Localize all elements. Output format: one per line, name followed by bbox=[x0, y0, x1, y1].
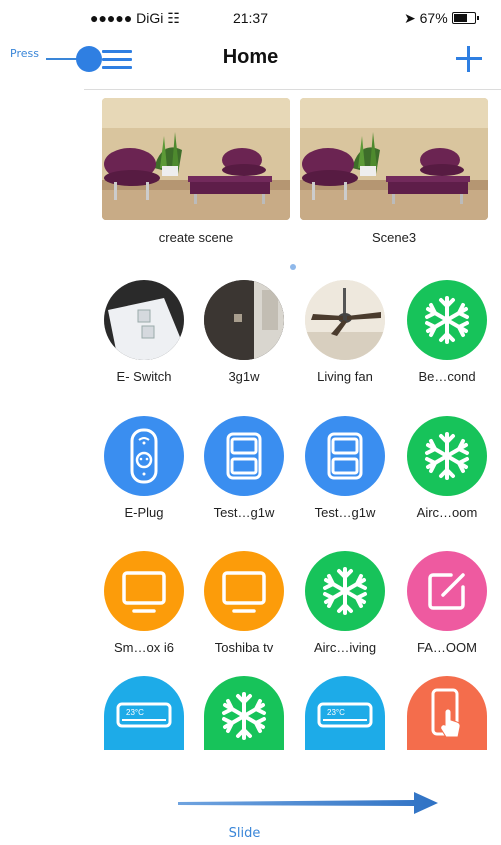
device-3g1w[interactable] bbox=[204, 280, 284, 360]
device-snowflake-4[interactable] bbox=[204, 676, 284, 750]
tv-icon bbox=[222, 571, 266, 613]
device-sm-ox-i6[interactable] bbox=[104, 551, 184, 631]
device-air-conditioner-1[interactable]: 23°C bbox=[104, 676, 184, 750]
add-button[interactable] bbox=[454, 44, 484, 74]
device-label: Toshiba tv bbox=[214, 640, 274, 655]
device-label: Airc…oom bbox=[416, 505, 478, 520]
air-conditioner-icon: 23°C bbox=[317, 702, 373, 728]
battery-icon bbox=[451, 12, 479, 24]
device-label: Airc…iving bbox=[313, 640, 377, 655]
ceiling-fan-photo bbox=[305, 280, 385, 360]
device-test-g1w-2[interactable] bbox=[305, 416, 385, 496]
wall-switch-photo bbox=[104, 280, 184, 360]
device-fa-oom[interactable] bbox=[407, 551, 487, 631]
device-label: 3g1w bbox=[228, 369, 260, 384]
scene-label: Scene3 bbox=[371, 230, 417, 245]
device-label: Test…g1w bbox=[314, 505, 376, 520]
plug-icon bbox=[130, 428, 158, 484]
air-conditioner-icon: 23°C bbox=[116, 702, 172, 728]
device-phone-remote[interactable] bbox=[407, 676, 487, 750]
ac-temp-display: 23°C bbox=[126, 708, 144, 717]
device-living-fan[interactable] bbox=[305, 280, 385, 360]
device-label: Sm…ox i6 bbox=[114, 640, 174, 655]
snowflake-icon bbox=[323, 567, 367, 615]
device-airc-oom[interactable] bbox=[407, 416, 487, 496]
device-be-cond[interactable] bbox=[407, 280, 487, 360]
nav-divider bbox=[84, 89, 501, 90]
battery-indicator: ➤ 67% bbox=[404, 10, 479, 27]
phone-touch-icon bbox=[431, 688, 461, 738]
page-title: Home bbox=[222, 46, 279, 68]
device-toshiba-tv[interactable] bbox=[204, 551, 284, 631]
device-label: Be…cond bbox=[418, 369, 476, 384]
status-bar: ●●●●● DiGi ☷ 21:37 ➤ 67% bbox=[0, 0, 501, 34]
device-label: FA…OOM bbox=[417, 640, 477, 655]
location-arrow-icon: ➤ bbox=[404, 10, 416, 26]
scene-label: create scene bbox=[158, 230, 234, 245]
device-e-plug[interactable] bbox=[104, 416, 184, 496]
living-room-photo bbox=[102, 98, 290, 220]
device-label: Test…g1w bbox=[213, 505, 275, 520]
switch-panel-icon bbox=[226, 432, 262, 480]
tv-icon bbox=[122, 571, 166, 613]
ac-temp-display: 23°C bbox=[327, 708, 345, 717]
device-label: E- Switch bbox=[116, 369, 172, 384]
slide-annotation: Slide bbox=[228, 826, 261, 841]
living-room-photo bbox=[300, 98, 488, 220]
device-test-g1w-1[interactable] bbox=[204, 416, 284, 496]
edit-icon bbox=[428, 573, 465, 610]
page-indicator-dot bbox=[290, 264, 296, 270]
wall-switch-photo bbox=[204, 280, 284, 360]
snowflake-icon bbox=[425, 296, 469, 344]
scene-card-create[interactable] bbox=[102, 98, 290, 220]
snowflake-icon bbox=[222, 692, 266, 740]
device-airc-iving[interactable] bbox=[305, 551, 385, 631]
device-e-switch[interactable] bbox=[104, 280, 184, 360]
device-air-conditioner-2[interactable]: 23°C bbox=[305, 676, 385, 750]
scene-card-scene3[interactable] bbox=[300, 98, 488, 220]
switch-panel-icon bbox=[327, 432, 363, 480]
snowflake-icon bbox=[425, 432, 469, 480]
device-label: Living fan bbox=[317, 369, 373, 384]
device-label: E-Plug bbox=[124, 505, 164, 520]
slide-arrow bbox=[178, 792, 438, 814]
